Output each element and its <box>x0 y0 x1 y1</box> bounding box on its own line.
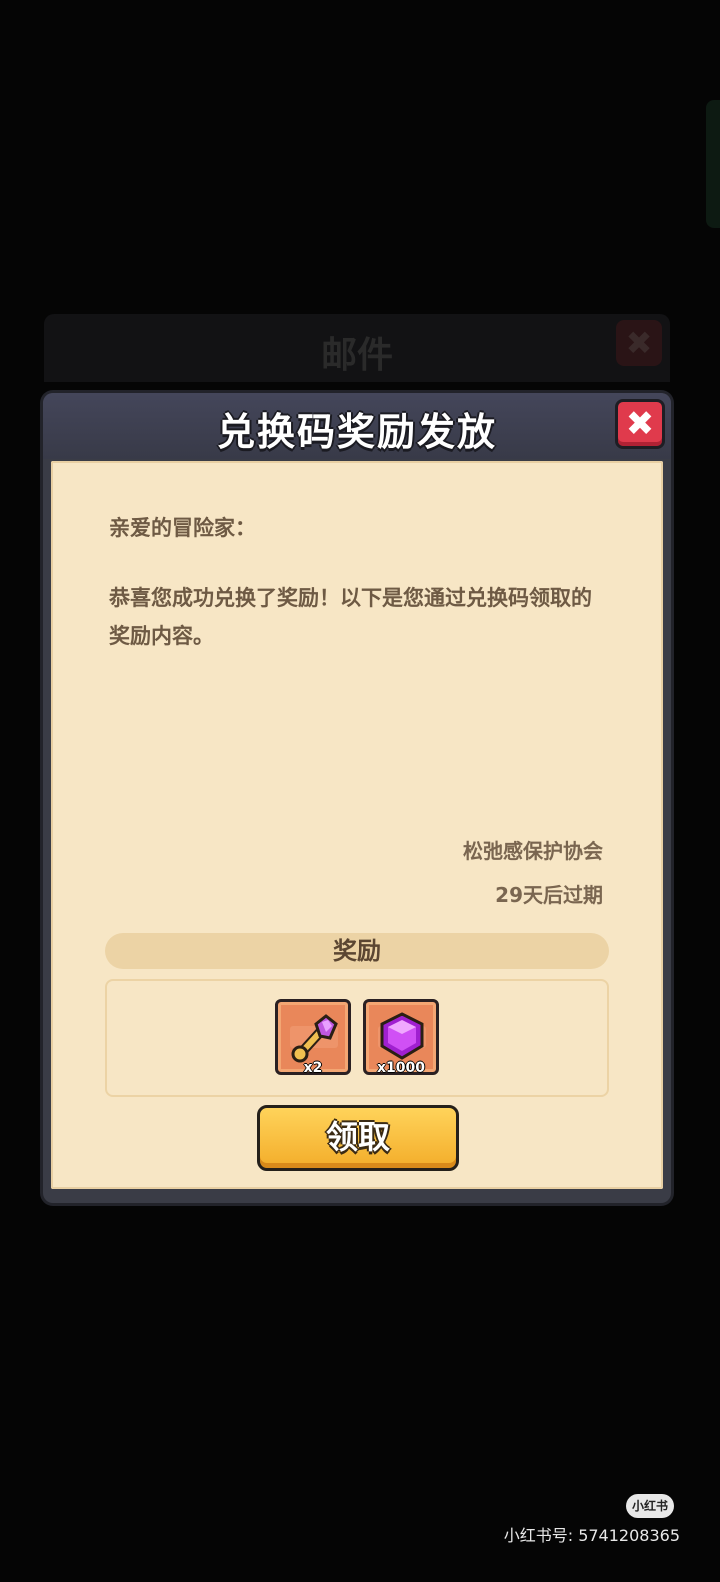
watermark-id: 小红书号: 5741208365 <box>503 1526 680 1545</box>
reward-item-gem[interactable]: x1000 <box>363 999 439 1076</box>
expiry-text: 29天后过期 <box>495 883 603 907</box>
redeem-reward-dialog: 兑换码奖励发放 ✖ 亲爱的冒险家： 恭喜您成功兑换了奖励！以下是您通过兑换码领取… <box>43 393 671 1203</box>
reward-item-key[interactable]: x2 <box>275 999 351 1076</box>
side-tab <box>706 100 720 228</box>
mail-panel-header: 邮件 ✖ <box>44 314 670 382</box>
sender-signature: 松弛感保护协会 <box>463 839 603 863</box>
watermark-logo: 小红书 <box>626 1494 674 1518</box>
reward-section-header: 奖励 <box>105 933 609 969</box>
dialog-title: 兑换码奖励发放 <box>216 410 497 454</box>
mail-close-icon: ✖ <box>616 320 662 366</box>
reward-qty: x1000 <box>377 1060 425 1076</box>
close-button[interactable]: ✖ <box>615 399 665 449</box>
dialog-header: 兑换码奖励发放 ✖ <box>43 393 671 459</box>
letter-paper: 亲爱的冒险家： 恭喜您成功兑换了奖励！以下是您通过兑换码领取的奖励内容。 松弛感… <box>51 461 663 1189</box>
mail-title: 邮件 <box>320 335 393 376</box>
claim-button[interactable]: 领取 <box>257 1105 459 1171</box>
message-text: 恭喜您成功兑换了奖励！以下是您通过兑换码领取的奖励内容。 <box>109 586 592 648</box>
reward-items: x2 x1000 <box>107 999 607 1076</box>
close-icon: ✖ <box>625 404 655 444</box>
reward-box: x2 x1000 <box>105 979 609 1097</box>
key-icon <box>290 1014 338 1063</box>
letter-body: 亲爱的冒险家： 恭喜您成功兑换了奖励！以下是您通过兑换码领取的奖励内容。 <box>109 509 609 655</box>
reward-qty: x2 <box>303 1060 323 1076</box>
gem-icon <box>378 1012 426 1060</box>
greeting-text: 亲爱的冒险家： <box>109 516 256 540</box>
